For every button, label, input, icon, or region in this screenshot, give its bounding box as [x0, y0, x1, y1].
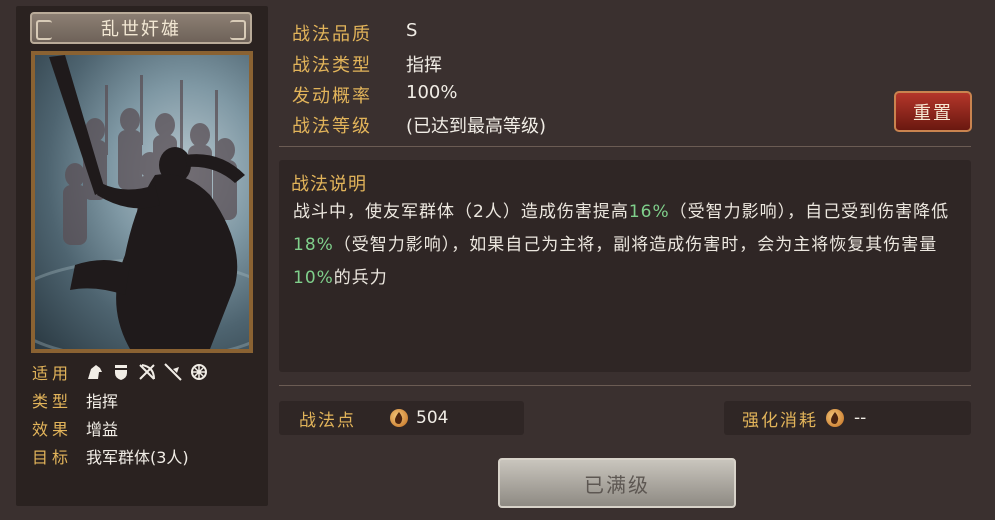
wheel-icon: [191, 364, 207, 380]
level-value: (已达到最高等级): [406, 116, 547, 137]
effect-label: 效果: [32, 420, 73, 439]
reset-button-label: 重置: [913, 102, 953, 124]
cavalry-icon: [88, 365, 102, 379]
tactic-points-label: 战法点: [299, 410, 356, 431]
applicable-label: 适用: [32, 364, 73, 383]
level-label: 战法等级: [292, 116, 372, 137]
shield-icon: [115, 365, 127, 380]
skill-name-banner: 乱世奸雄: [30, 12, 252, 44]
trigger-rate-value: 100%: [406, 82, 458, 103]
description-text: 战斗中，使友军群体（2人）造成伤害提高16%（受智力影响），自己受到伤害降低18…: [293, 202, 950, 288]
maxed-button-label: 已满级: [584, 472, 650, 497]
category-value: 指挥: [406, 55, 442, 76]
target-label: 目标: [32, 448, 73, 467]
type-row: 类型 指挥: [32, 388, 118, 412]
effect-row: 效果 增益: [32, 416, 118, 440]
flame-coin-icon: [390, 409, 408, 427]
tactic-points-value: 504: [416, 408, 449, 428]
highlight-value: 16%: [628, 202, 670, 222]
highlight-value: 18%: [293, 235, 334, 255]
quality-label: 战法品质: [292, 24, 372, 45]
flame-coin-icon: [826, 409, 844, 427]
maxed-level-button[interactable]: 已满级: [498, 458, 736, 508]
trigger-rate-label: 发动概率: [292, 86, 372, 107]
quality-value: S: [406, 20, 418, 41]
target-value: 我军群体(3人): [86, 448, 189, 467]
upgrade-cost-box: 强化消耗 --: [724, 401, 971, 435]
target-row: 目标 我军群体(3人): [32, 444, 189, 468]
reset-button[interactable]: 重置: [894, 91, 972, 132]
type-label: 类型: [32, 392, 73, 411]
skill-name: 乱世奸雄: [101, 19, 181, 40]
divider-bottom: [279, 385, 971, 386]
skill-portrait: [31, 51, 253, 353]
description-box: 战法说明 战斗中，使友军群体（2人）造成伤害提高16%（受智力影响），自己受到伤…: [279, 160, 971, 372]
spear-icon: [164, 363, 182, 381]
warrior-silhouette-image: [35, 55, 249, 349]
description-title: 战法说明: [291, 174, 367, 195]
applicable-row: 适用: [32, 360, 208, 384]
upgrade-cost-value: --: [854, 408, 867, 428]
highlight-value: 10%: [293, 268, 334, 288]
upgrade-cost-label: 强化消耗: [742, 410, 818, 431]
divider-top: [279, 146, 971, 147]
category-label: 战法类型: [292, 55, 372, 76]
bow-icon: [139, 364, 155, 380]
type-value: 指挥: [86, 392, 119, 411]
effect-value: 增益: [86, 420, 119, 439]
tactic-points-box: 战法点 504: [279, 401, 524, 435]
skill-card-panel: 乱世奸雄 适用 类型 指挥 效果 增益 目标 我军群体(3人): [16, 6, 268, 506]
